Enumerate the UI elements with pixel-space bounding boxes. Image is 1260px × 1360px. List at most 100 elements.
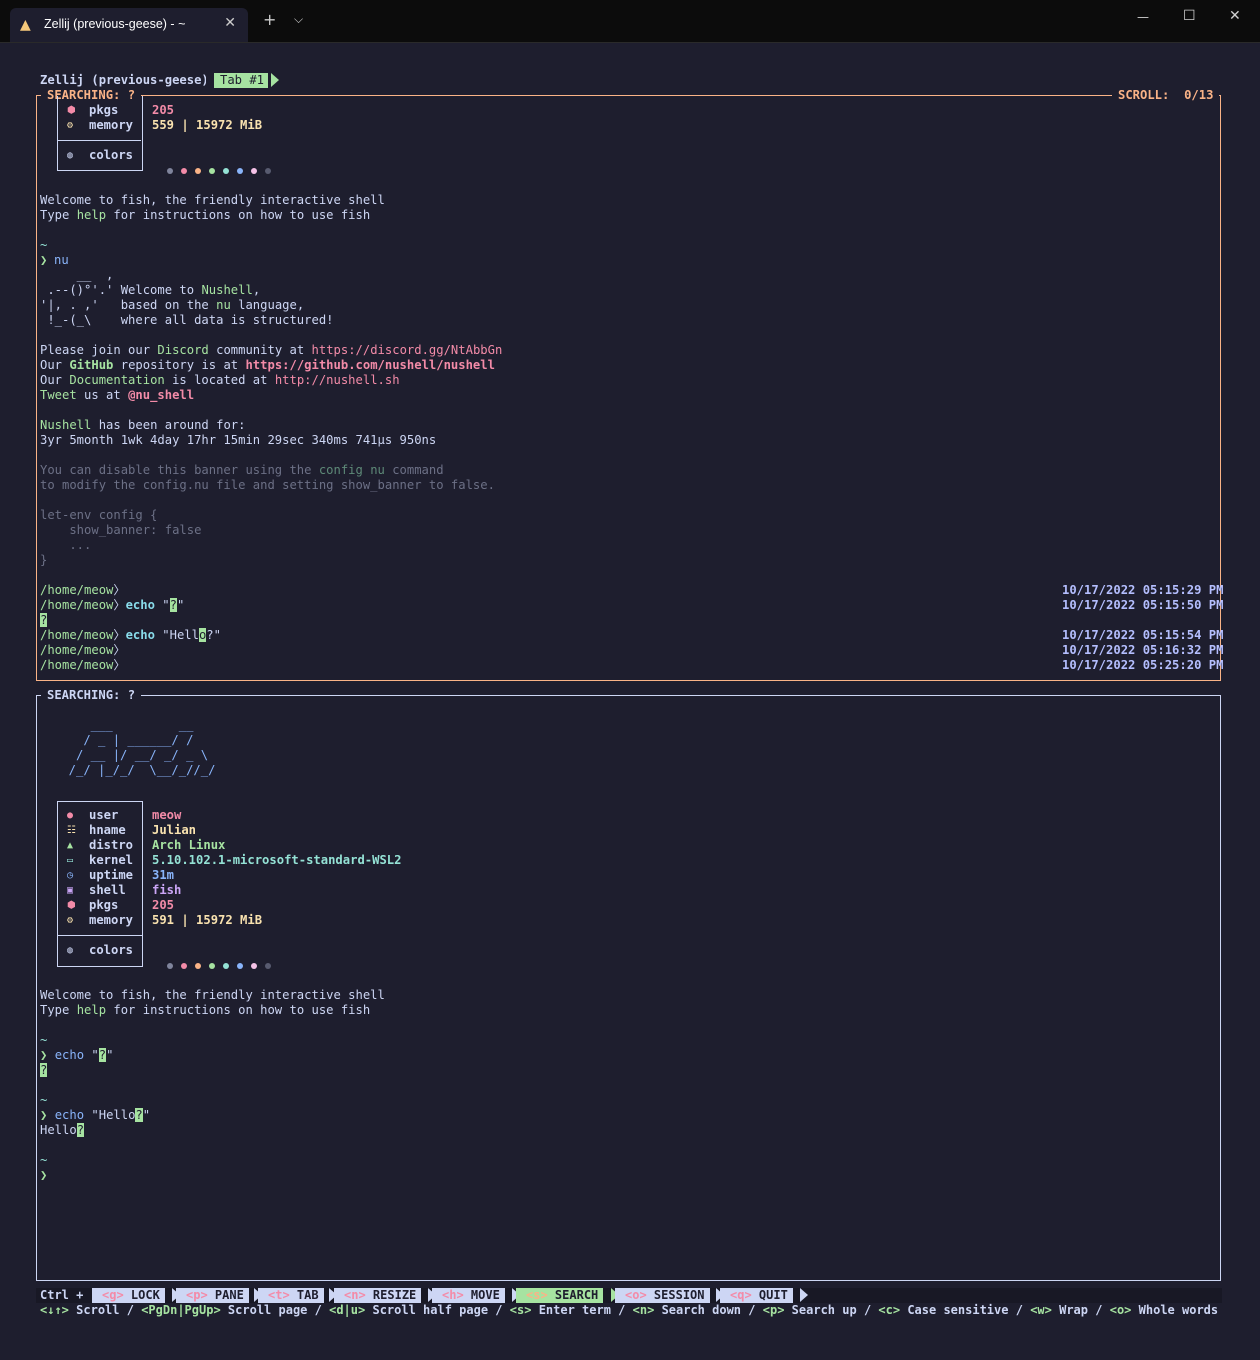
- sysinfo-label: pkgs: [89, 898, 119, 912]
- fish-help-line: Type help for instructions on how to use…: [40, 1003, 371, 1017]
- tab-separator: [206, 73, 214, 87]
- nushell-uptime: 3yr 5month 1wk 4day 17hr 15min 29sec 340…: [40, 433, 437, 447]
- nu-banner-line: !_-(_\ where all data is structured!: [40, 313, 334, 327]
- command-output: ?: [40, 613, 48, 627]
- fish-help-line: Type help for instructions on how to use…: [40, 208, 371, 222]
- fish-command-line: ❯ echo "Hello?": [40, 1108, 151, 1122]
- color-dots-bottom: [152, 943, 279, 973]
- kernel-icon: ▭: [67, 855, 74, 866]
- banner-disable-hint: to modify the config.nu file and setting…: [40, 478, 495, 492]
- package-icon: ⬢: [67, 105, 76, 116]
- sysinfo-value: 31m: [152, 868, 175, 882]
- prompt-char: ❯: [40, 253, 48, 267]
- mode-quit[interactable]: <q> QUIT: [720, 1288, 793, 1303]
- nu-prompt: /home/meow〉echo "?": [40, 598, 185, 612]
- sysinfo-label: uptime: [89, 868, 134, 882]
- ctrl-label: Ctrl +: [40, 1288, 84, 1302]
- zellij-tab-1[interactable]: Tab #1: [214, 73, 269, 88]
- sysinfo-label: pkgs: [89, 103, 119, 117]
- nushell-around-line: Nushell has been around for:: [40, 418, 246, 432]
- sysinfo-value: meow: [152, 808, 182, 822]
- palette-icon: ◍: [67, 945, 74, 956]
- nu-ascii-art: __ ,: [40, 268, 114, 282]
- new-tab-button[interactable]: +: [263, 10, 276, 29]
- maximize-button[interactable]: ☐: [1183, 8, 1196, 24]
- github-line: Our GitHub repository is at https://gith…: [40, 358, 495, 372]
- sysinfo-label: memory: [89, 913, 134, 927]
- nu-banner-line: .--()°'.' Welcome to Nushell,: [40, 283, 261, 297]
- distro-icon: ▲: [67, 840, 74, 851]
- mode-search[interactable]: <s> SEARCH: [516, 1288, 604, 1303]
- mode-session[interactable]: <o> SESSION: [615, 1288, 710, 1303]
- window-titlebar: ▲ Zellij (previous-geese) - ~ ✕ + ⌵ — ☐ …: [0, 0, 1260, 43]
- prompt-timestamp: 10/17/2022 05:15:29 PM: [1062, 583, 1224, 597]
- clock-icon: ◷: [67, 870, 74, 881]
- zellij-session-name: Zellij (previous-geese): [40, 73, 209, 87]
- config-snippet: show_banner: false: [40, 523, 202, 537]
- minimize-button[interactable]: —: [1137, 10, 1149, 24]
- prompt-cwd: ~: [40, 238, 48, 252]
- prompt-timestamp: 10/17/2022 05:25:20 PM: [1062, 658, 1224, 672]
- close-window-button[interactable]: ✕: [1229, 8, 1241, 24]
- mode-lock[interactable]: <g> LOCK: [92, 1288, 165, 1303]
- terminal-tab[interactable]: ▲ Zellij (previous-geese) - ~ ✕: [10, 8, 248, 42]
- arch-ascii-art: / __ |/ __/ _/ _ \: [54, 748, 209, 762]
- mode-arrow: [800, 1288, 808, 1302]
- sysinfo-label: hname: [89, 823, 126, 837]
- fish-welcome-line: Welcome to fish, the friendly interactiv…: [40, 988, 385, 1002]
- fish-command-line: ❯ echo "?": [40, 1048, 114, 1062]
- arch-ascii-art: ___ __: [54, 718, 194, 732]
- memory-icon: ⚙: [67, 915, 74, 926]
- status-bar-hints: <↓↑> Scroll / <PgDn|PgUp> Scroll page / …: [40, 1303, 1219, 1317]
- sysinfo-value: 559 | 15972 MiB: [152, 118, 263, 132]
- sysinfo-label: shell: [89, 883, 126, 897]
- nu-banner-line: '|, . ,' based on the nu language,: [40, 298, 305, 312]
- arch-ascii-art: /_/ |_/_/ \__/_//_/: [54, 763, 216, 777]
- config-snippet: ...: [40, 538, 92, 552]
- user-icon: ●: [67, 810, 74, 821]
- discord-line: Please join our Discord community at htt…: [40, 343, 503, 357]
- nu-prompt: /home/meow〉: [40, 658, 126, 672]
- mode-pane[interactable]: <p> PANE: [176, 1288, 249, 1303]
- palette-icon: ◍: [67, 150, 74, 161]
- mode-resize[interactable]: <n> RESIZE: [334, 1288, 422, 1303]
- prompt-char[interactable]: ❯: [40, 1168, 47, 1183]
- command-output: ?: [40, 1063, 48, 1077]
- sysinfo-value: Julian: [152, 823, 197, 837]
- sysinfo-label: memory: [89, 118, 134, 132]
- tab-pill-arrow: [271, 73, 279, 87]
- tab-dropdown-button[interactable]: ⌵: [294, 12, 303, 27]
- config-snippet: let-env config {: [40, 508, 158, 522]
- pane-top-scroll-indicator: SCROLL: 0/13: [1112, 88, 1220, 103]
- nu-prompt: /home/meow〉echo "Hello?": [40, 628, 221, 642]
- sysinfo-value: Arch Linux: [152, 838, 226, 852]
- prompt-cwd: ~: [40, 1093, 48, 1107]
- mode-tab[interactable]: <t> TAB: [258, 1288, 324, 1303]
- sysinfo-value: 205: [152, 898, 175, 912]
- sysinfo-divider-top: [57, 140, 141, 141]
- docs-line: Our Documentation is located at http://n…: [40, 373, 400, 387]
- config-snippet: }: [40, 553, 48, 567]
- command-output: Hello?: [40, 1123, 85, 1137]
- prompt-timestamp: 10/17/2022 05:16:32 PM: [1062, 643, 1224, 657]
- prompt-cwd: ~: [40, 1033, 48, 1047]
- pane-bottom-search-title: SEARCHING: ?: [41, 688, 142, 703]
- arch-ascii-art: / _ | ______/ /: [54, 733, 194, 747]
- command-text: nu: [54, 253, 69, 267]
- tab-title: Zellij (previous-geese) - ~: [44, 17, 186, 31]
- linux-penguin-icon: ▲: [20, 17, 31, 33]
- prompt-timestamp: 10/17/2022 05:15:54 PM: [1062, 628, 1224, 642]
- tab-close-icon[interactable]: ✕: [224, 15, 236, 31]
- tweet-line: Tweet us at @nu_shell: [40, 388, 195, 402]
- sysinfo-value: 205: [152, 103, 175, 117]
- terminal-pane-top[interactable]: [36, 95, 1221, 681]
- color-dots-top: [152, 148, 279, 178]
- sysinfo-label: kernel: [89, 853, 134, 867]
- package-icon: ⬢: [67, 900, 76, 911]
- sysinfo-label: distro: [89, 838, 134, 852]
- nu-prompt: /home/meow〉: [40, 643, 126, 657]
- sysinfo-colors-label: colors: [89, 148, 134, 162]
- sysinfo-value: 591 | 15972 MiB: [152, 913, 263, 927]
- sysinfo-divider-bottom: [57, 935, 143, 936]
- mode-move[interactable]: <h> MOVE: [432, 1288, 505, 1303]
